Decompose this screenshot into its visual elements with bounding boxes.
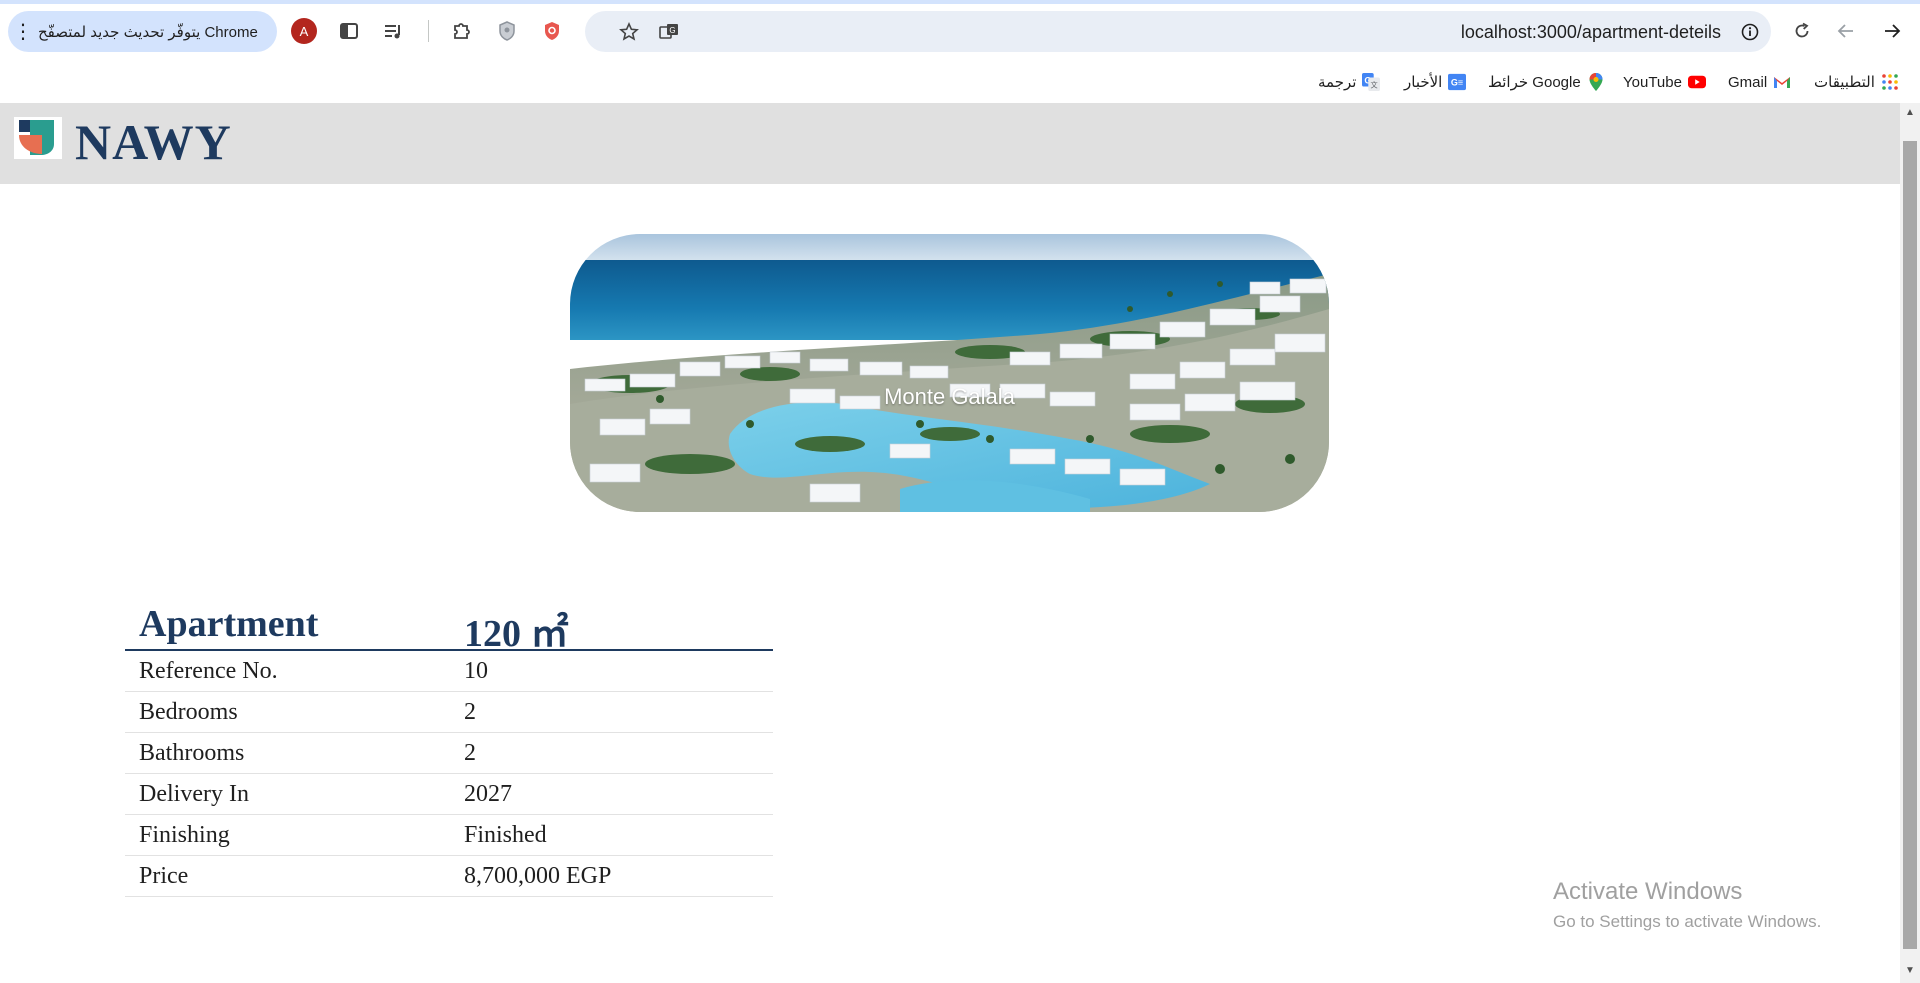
bookmark-translate[interactable]: ترجمة G文	[1318, 69, 1381, 95]
bookmark-youtube[interactable]: YouTube	[1623, 69, 1706, 95]
bookmark-gmail[interactable]: Gmail	[1728, 69, 1791, 95]
bookmarks-bar: التطبيقات Gmail YouTube خرائط Google الأ…	[0, 62, 1920, 103]
browser-toolbar: ⋮ يتوفّر تحديث جديد لمتصفّح Chrome A G l…	[0, 0, 1920, 62]
translate-icon: G文	[1362, 73, 1381, 91]
back-arrow-icon[interactable]	[1829, 14, 1863, 48]
more-menu-icon: ⋮	[13, 20, 33, 43]
row-value: 2	[464, 740, 476, 766]
bookmark-label: YouTube	[1623, 73, 1682, 91]
apartment-details-table: Apartment 120 ㎡ Reference No. 10 Bedroom…	[125, 596, 773, 897]
row-value: 2	[464, 699, 476, 725]
unit-area: 120 ㎡	[464, 613, 569, 655]
forward-arrow-icon[interactable]	[1875, 14, 1909, 48]
maps-icon	[1587, 73, 1605, 91]
apps-grid-icon	[1881, 73, 1899, 91]
project-hero-image: Monte Galala	[570, 234, 1329, 512]
table-row: Reference No. 10	[125, 651, 773, 692]
profile-avatar[interactable]: A	[291, 18, 317, 44]
bookmark-maps[interactable]: خرائط Google	[1488, 69, 1605, 95]
bookmark-label: الأخبار	[1404, 74, 1443, 91]
translate-page-icon[interactable]: G	[654, 17, 684, 47]
adblock-extension-icon[interactable]	[535, 14, 569, 48]
windows-activation-watermark: Activate Windows Go to Settings to activ…	[1553, 878, 1821, 932]
row-label: Reference No.	[139, 658, 278, 684]
watermark-title: Activate Windows	[1553, 878, 1743, 905]
row-label: Bedrooms	[139, 699, 238, 725]
project-name-caption: Monte Galala	[884, 384, 1015, 409]
table-row: Finishing Finished	[125, 815, 773, 856]
vertical-scrollbar[interactable]: ▲ ▼	[1900, 103, 1920, 983]
bookmark-label: Gmail	[1728, 73, 1768, 91]
svg-text:文: 文	[1371, 80, 1378, 89]
scrollbar-thumb[interactable]	[1903, 141, 1917, 949]
row-value: 10	[464, 658, 488, 684]
row-value: Finished	[464, 822, 547, 848]
table-row: Bathrooms 2	[125, 733, 773, 774]
chrome-update-button[interactable]: ⋮ يتوفّر تحديث جديد لمتصفّح Chrome	[8, 11, 277, 52]
update-label: يتوفّر تحديث جديد لمتصفّح Chrome	[38, 23, 258, 41]
row-label: Bathrooms	[139, 740, 245, 766]
page-viewport: NAWY Monte Galala Apartment 120 ㎡ Refere…	[0, 103, 1900, 983]
gmail-icon	[1773, 73, 1791, 91]
row-label: Delivery In	[139, 781, 249, 807]
scroll-up-arrow-icon[interactable]: ▲	[1904, 107, 1916, 119]
site-info-icon[interactable]	[1735, 17, 1765, 47]
row-label: Finishing	[139, 822, 230, 848]
row-value: 2027	[464, 781, 512, 807]
nawy-logo-icon[interactable]	[14, 117, 62, 159]
side-panel-icon[interactable]	[332, 14, 366, 48]
svg-text:G≡: G≡	[1451, 78, 1463, 88]
shield-extension-icon[interactable]	[490, 14, 524, 48]
address-bar[interactable]: G localhost:3000/apartment-deteils	[585, 11, 1771, 52]
details-header-row: Apartment 120 ㎡	[125, 596, 773, 655]
youtube-icon	[1687, 73, 1706, 91]
bookmark-label: ترجمة	[1318, 74, 1357, 91]
table-row: Bedrooms 2	[125, 692, 773, 733]
bookmark-label: التطبيقات	[1814, 74, 1875, 91]
bookmark-label: خرائط Google	[1488, 74, 1581, 91]
media-controls-icon[interactable]	[377, 14, 411, 48]
brand-name[interactable]: NAWY	[75, 113, 232, 171]
bookmark-news[interactable]: الأخبار G≡	[1404, 69, 1467, 95]
extensions-puzzle-icon[interactable]	[445, 14, 479, 48]
reload-icon[interactable]	[1785, 14, 1819, 48]
table-row: Price 8,700,000 EGP	[125, 856, 773, 897]
scroll-down-arrow-icon[interactable]: ▼	[1904, 965, 1916, 977]
url-text: localhost:3000/apartment-deteils	[1460, 22, 1721, 42]
watermark-subtitle: Go to Settings to activate Windows.	[1553, 912, 1822, 931]
row-value: 8,700,000 EGP	[464, 863, 612, 889]
news-icon: G≡	[1448, 73, 1467, 91]
site-header: NAWY	[0, 103, 1900, 184]
svg-text:G: G	[669, 26, 675, 35]
toolbar-divider	[428, 20, 429, 42]
bookmark-apps[interactable]: التطبيقات	[1814, 69, 1899, 95]
table-row: Delivery In 2027	[125, 774, 773, 815]
bookmark-star-icon[interactable]	[614, 17, 644, 47]
unit-type: Apartment	[139, 603, 319, 645]
row-label: Price	[139, 863, 189, 889]
